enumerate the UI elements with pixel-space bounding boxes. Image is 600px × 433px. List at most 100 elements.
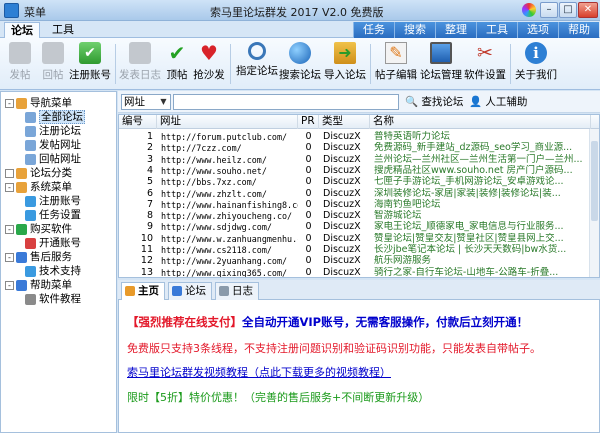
table-row[interactable]: 6 http://www.zhzlt.com/0 DiscuzX 深圳装修论坛-家居|… (119, 188, 591, 200)
table-row[interactable]: 11 http://www.cs2118.com/0 DiscuzX 长沙jbe笔记本… (119, 244, 591, 256)
table-row[interactable]: 5 http://bbs.7xz.com/0 DiscuzX 七匣子手游论坛_手机网游… (119, 176, 591, 188)
tree-item[interactable]: 开通账号 (25, 236, 81, 250)
discount-offer-line[interactable]: 限时【5折】特价优惠！（完善的售后服务+不间断更新升级） (127, 389, 429, 405)
tree-item[interactable]: - 帮助菜单 (5, 278, 72, 292)
tab-forum-log[interactable]: 论坛 (168, 282, 212, 300)
tree-item[interactable]: 全部论坛 (25, 110, 85, 124)
tree-toggle-icon[interactable]: - (5, 182, 14, 192)
tree-item[interactable]: 回帖网址 (25, 152, 81, 166)
tree-item-label: 全部论坛 (39, 110, 85, 124)
video-tutorial-link[interactable]: 索马里论坛群发视频教程（点此下载更多的视频教程） (127, 364, 391, 380)
tab-tools-right[interactable]: 工具 (476, 22, 517, 38)
tree-toggle-icon[interactable] (5, 168, 14, 178)
import-forum-button[interactable]: ➜ 导入论坛 (323, 42, 367, 82)
home-panel: 【强烈推荐在线支付】全自动开通VIP账号，无需客服操作，付款后立刻开通！ 免费版… (118, 300, 600, 433)
tab-log[interactable]: 日志 (215, 282, 259, 300)
table-row[interactable]: 13 http://www.qixing365.com/0 DiscuzX 骑行之家-… (119, 266, 591, 278)
table-row[interactable]: 8 http://www.zhiyoucheng.co/0 DiscuzX 智游城论坛 (119, 210, 591, 222)
tab-task[interactable]: 任务 (353, 22, 394, 38)
tree-toggle-icon[interactable]: - (5, 280, 14, 290)
tab-search[interactable]: 搜索 (394, 22, 435, 38)
tree-item[interactable]: 论坛分类 (5, 166, 72, 180)
find-forum-button[interactable]: 🔍 查找论坛 (405, 94, 463, 110)
vertical-scrollbar[interactable] (589, 129, 599, 277)
about-button[interactable]: i 关于我们 (514, 42, 558, 82)
tree-item[interactable]: - 售后服务 (5, 250, 72, 264)
search-bar: 网址 ▼ 🔍 查找论坛 👤 人工辅助 (118, 91, 600, 113)
tree-item[interactable]: 注册论坛 (25, 124, 81, 138)
tree-item[interactable]: 注册账号 (25, 194, 81, 208)
table-row[interactable]: 4 http://www.souho.net/0 DiscuzX 搜虎精品社区www.… (119, 165, 591, 177)
tree-item[interactable]: - 购买软件 (5, 222, 72, 236)
cell-type: DiscuzX (323, 266, 361, 278)
tab-help[interactable]: 帮助 (558, 22, 599, 38)
heart-icon: ♥ (200, 41, 218, 65)
promo-line-payment[interactable]: 【强烈推荐在线支付】全自动开通VIP账号，无需客服操作，付款后立刻开通！ (127, 314, 528, 330)
tree-item-icon (25, 265, 36, 277)
tree-item[interactable]: 技术支持 (25, 264, 81, 278)
blog-button[interactable]: 发表日志 (118, 42, 162, 82)
reply-button[interactable]: 回帖 (36, 42, 70, 82)
forum-manage-button[interactable]: 论坛管理 (419, 42, 463, 82)
col-header-url[interactable]: 网址 (157, 115, 298, 129)
tree-item[interactable]: 任务设置 (25, 208, 81, 222)
minimize-button[interactable]: – (540, 2, 558, 18)
cell-url: http://www.2yuanhang.com/ (161, 256, 288, 267)
tree-item-label: 售后服务 (30, 251, 72, 263)
tree-item[interactable]: 发帖网址 (25, 138, 81, 152)
tree-item[interactable]: - 系统菜单 (5, 180, 72, 194)
table-row[interactable]: 1 http://forum.putclub.com/0 DiscuzX 普特英语听力… (119, 131, 591, 143)
cell-name: 家电王论坛_顺德家电_家电信息与行业服务... (374, 221, 564, 233)
post-button[interactable]: 发帖 (3, 42, 37, 82)
tab-tools[interactable]: 工具 (46, 22, 80, 38)
col-header-pr[interactable]: PR (298, 115, 319, 129)
tree-toggle-icon[interactable]: - (5, 224, 14, 234)
search-input[interactable] (173, 94, 399, 110)
tree-item-icon (16, 167, 27, 179)
tab-options[interactable]: 选项 (517, 22, 558, 38)
specify-forum-button[interactable]: 指定论坛 (235, 42, 279, 78)
tree-item[interactable]: 软件教程 (25, 292, 81, 306)
tree-item[interactable]: - 导航菜单 (5, 96, 72, 110)
settings-button[interactable]: ✂ 软件设置 (463, 42, 507, 82)
maximize-button[interactable]: □ (559, 2, 577, 18)
col-header-name[interactable]: 名称 (370, 115, 591, 129)
cell-number: 6 (146, 187, 153, 199)
scrollbar-thumb[interactable] (591, 141, 598, 221)
table-row[interactable]: 12 http://www.2yuanhang.com/0 DiscuzX 航乐网游服… (119, 255, 591, 267)
tree-toggle-icon[interactable]: - (5, 252, 14, 262)
table-row[interactable]: 3 http://www.heilz.com/0 DiscuzX 兰州论坛—兰州社区—… (119, 154, 591, 166)
skin-icon[interactable] (522, 3, 536, 17)
cell-pr: 0 (305, 142, 312, 154)
col-header-type[interactable]: 类型 (319, 115, 370, 129)
table-row[interactable]: 9 http://www.sdjdwg.com/0 DiscuzX 家电王论坛_顺德家… (119, 221, 591, 233)
col-header-number[interactable]: 编号 (119, 115, 157, 129)
tab-forum[interactable]: 论坛 (4, 22, 40, 38)
cell-url: http://www.zhzlt.com/ (161, 188, 267, 199)
post-edit-button[interactable]: ✎ 帖子编辑 (374, 42, 418, 82)
bump-button[interactable]: ✔ 顶帖 (162, 42, 192, 82)
tree-toggle-icon[interactable]: - (5, 98, 14, 108)
tab-home[interactable]: 主页 (121, 282, 165, 301)
tree-item-label: 注册账号 (39, 195, 81, 207)
table-row[interactable]: 7 http://www.hainanfishing8.com/0 DiscuzX 海… (119, 199, 591, 211)
tree-item-icon (25, 209, 36, 221)
register-button[interactable]: ✔ 注册账号 (68, 42, 112, 82)
user-icon: 👤 (469, 96, 483, 108)
cell-name: 七匣子手游论坛_手机网游论坛_安卓游戏论... (374, 176, 564, 188)
table-header: 编号 网址 PR 类型 名称 (119, 115, 599, 129)
table-row[interactable]: 10 http://www.w.zanhuangmenhu.cn/0 DiscuzX… (119, 233, 591, 245)
main-menu-button[interactable]: 菜单 (24, 4, 46, 20)
tree-item-label: 开通账号 (39, 237, 81, 249)
cell-type: DiscuzX (323, 153, 361, 165)
tab-organize[interactable]: 整理 (435, 22, 476, 38)
cell-url: http://www.w.zanhuangmenhu.cn/ (161, 233, 298, 244)
human-assist-button[interactable]: 👤 人工辅助 (469, 94, 527, 110)
sofa-button[interactable]: ♥ 抢沙发 (192, 42, 226, 82)
close-button[interactable]: ✕ (578, 2, 598, 18)
search-forum-button[interactable]: 搜索论坛 (278, 42, 322, 82)
tree-item-label: 回帖网址 (39, 153, 81, 165)
table-row[interactable]: 2 http://7czz.com/0 DiscuzX 免费源码_新手建站_dz源码_… (119, 142, 591, 154)
app-icon[interactable] (4, 3, 19, 18)
search-field-select[interactable]: 网址 ▼ (121, 94, 171, 110)
